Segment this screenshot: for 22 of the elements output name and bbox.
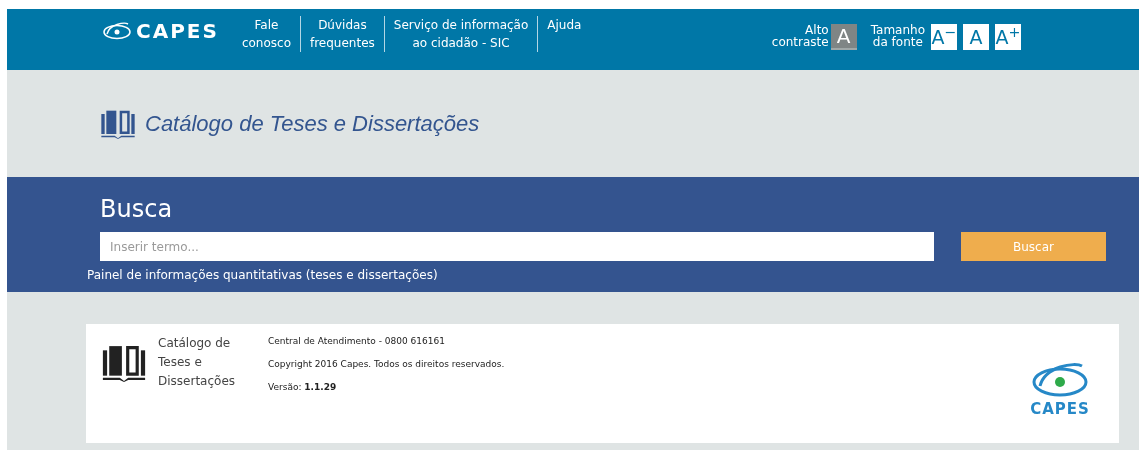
nav-link[interactable]: Serviço de informação ao cidadão - SIC [383, 16, 538, 52]
eye-logo-icon [102, 20, 132, 42]
high-contrast-label: Alto contraste [771, 24, 829, 48]
logo-text: CAPES [136, 21, 219, 41]
search-field[interactable]: Inserir termo... [100, 232, 934, 261]
page-title: Catálogo de Teses e Dissertações [145, 110, 480, 138]
footer-catalog-name: Catálogo de Teses e Dissertações [158, 335, 237, 390]
font-size-label: Tamanho da fonte [870, 24, 925, 48]
footer-logo-text: CAPES [1030, 400, 1090, 418]
font-size-button[interactable]: A [963, 24, 989, 50]
footer-info-text: Copyright 2016 Capes. Todos os direitos reservados. [268, 358, 505, 370]
nav-link[interactable]: Ajuda [537, 16, 591, 52]
statistics-panel-link[interactable]: Painel de informações quantitativas (teses e dissertações) [87, 266, 438, 284]
high-contrast-button[interactable]: A [830, 24, 857, 50]
nav-link[interactable]: Fale conosco [232, 16, 300, 52]
font-size-button[interactable]: A$^{−}$ [931, 24, 957, 50]
nav-link[interactable]: Dúvidas frequentes [299, 16, 384, 52]
search-heading: Busca [100, 195, 173, 223]
version-text: Versão: 1.1.29 [268, 381, 338, 393]
book-icon [99, 108, 137, 139]
footer-info-text: Central de Atendimento - 0800 616161 [268, 335, 446, 347]
font-size-button[interactable]: A$^{+}$ [995, 24, 1021, 50]
